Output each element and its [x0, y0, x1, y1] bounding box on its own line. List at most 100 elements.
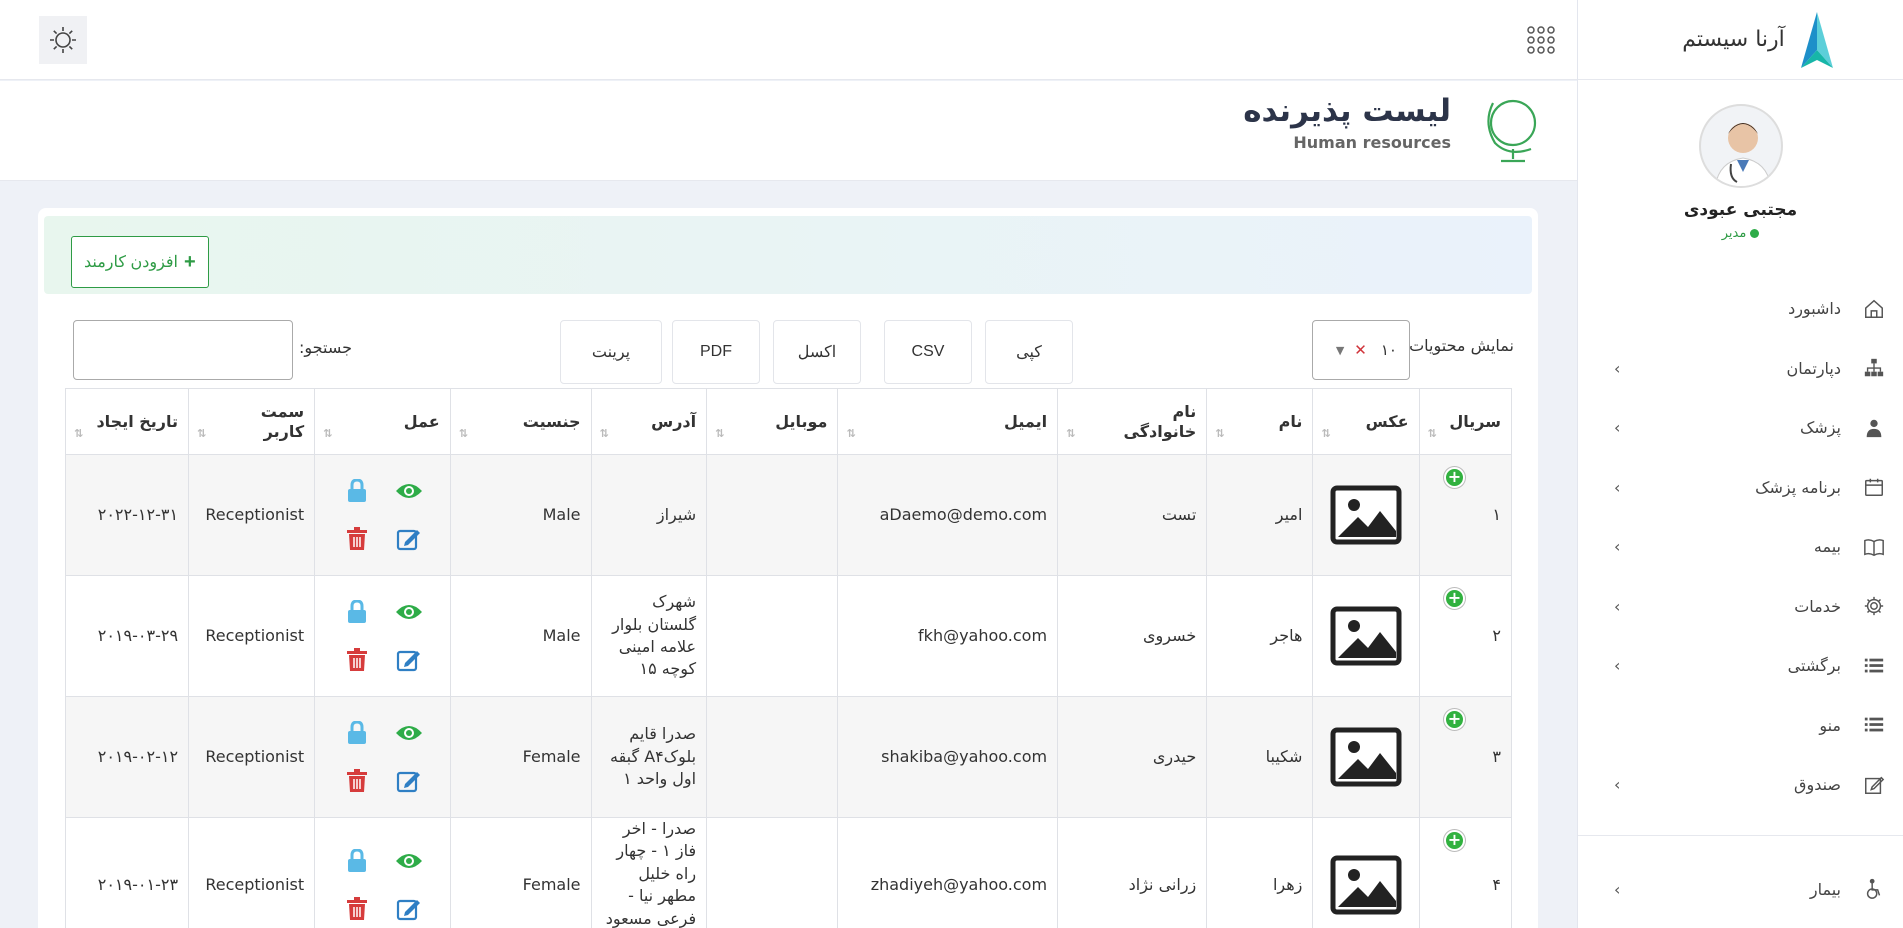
view-button[interactable]: [395, 598, 423, 626]
sort-icon: ⇅: [458, 426, 468, 440]
add-employee-button[interactable]: + افزودن کارمند: [71, 236, 209, 288]
cell-email: aDaemo@demo.com: [837, 454, 1059, 576]
col-header-last-name[interactable]: نام خانوادگی ⇅: [1057, 388, 1208, 455]
view-button[interactable]: [395, 847, 423, 875]
page-length-select[interactable]: ۱۰ ✕ ▼: [1312, 320, 1410, 380]
edit-button[interactable]: [395, 525, 423, 553]
sidebar-item-menu[interactable]: منو: [1578, 696, 1903, 756]
sidebar-item-department[interactable]: دپارتمان ›: [1578, 339, 1903, 399]
avatar[interactable]: [1698, 104, 1783, 188]
col-header-mobile[interactable]: موبایل ⇅: [706, 388, 839, 455]
delete-button[interactable]: [343, 895, 371, 923]
cell-photo: [1312, 454, 1420, 576]
edit-button[interactable]: [395, 646, 423, 674]
expand-row-icon[interactable]: +: [1444, 830, 1465, 851]
cell-user-role: Receptionist: [188, 816, 316, 928]
expand-row-icon[interactable]: +: [1444, 709, 1465, 730]
sitemap-icon: [1864, 359, 1884, 377]
cell-created-date: ۲۰۱۹-۰۳-۲۹: [64, 575, 190, 697]
delete-button[interactable]: [343, 525, 371, 553]
sidebar-item-label: دپارتمان: [1786, 358, 1841, 378]
expand-row-icon[interactable]: +: [1444, 588, 1465, 609]
col-header-email[interactable]: ایمیل ⇅: [837, 388, 1059, 455]
sidebar-item-label: برنامه پزشک: [1755, 477, 1841, 497]
list-icon: [1864, 717, 1884, 732]
col-header-serial[interactable]: سریال ⇅: [1418, 388, 1513, 455]
lock-button[interactable]: [343, 477, 371, 505]
pdf-button[interactable]: PDF: [672, 320, 760, 384]
cell-first-name: شکیبا: [1206, 696, 1314, 818]
sidebar-item-label: بیمه: [1813, 537, 1841, 557]
eye-icon: [396, 484, 423, 498]
cell-actions: [314, 816, 451, 928]
profile-name: مجتبی عبودی: [1683, 200, 1798, 220]
action-strip: + افزودن کارمند: [44, 216, 1532, 294]
edit-button[interactable]: [395, 767, 423, 795]
cell-created-date: ۲۰۱۹-۰۲-۱۲: [64, 696, 190, 818]
theme-toggle-button[interactable]: [39, 16, 87, 64]
sort-icon: ⇅: [74, 426, 83, 440]
sidebar-item-doctor-schedule[interactable]: برنامه پزشک ›: [1578, 458, 1903, 518]
apps-grid-icon[interactable]: [1526, 25, 1556, 55]
cell-user-role: Receptionist: [188, 575, 316, 697]
cell-serial: +۴: [1418, 816, 1513, 928]
top-bar: [0, 0, 1577, 80]
sort-icon: ⇅: [1215, 426, 1224, 440]
clear-icon[interactable]: ✕: [1354, 341, 1367, 359]
sidebar-item-label: پزشک: [1799, 418, 1841, 438]
cell-last-name: خسروی: [1057, 575, 1208, 697]
sidebar-item-returns[interactable]: برگشتی ›: [1578, 636, 1903, 696]
image-placeholder-icon: [1330, 485, 1402, 545]
chevron-left-icon: ›: [1614, 775, 1621, 795]
expand-row-icon[interactable]: +: [1444, 467, 1465, 488]
delete-button[interactable]: [343, 767, 371, 795]
chevron-left-icon: ›: [1614, 879, 1621, 899]
edit-button[interactable]: [395, 895, 423, 923]
sidebar-item-patient[interactable]: بیمار ›: [1578, 860, 1903, 920]
doctor-icon: [1866, 419, 1882, 437]
sidebar-item-dashboard[interactable]: داشبورد: [1578, 279, 1903, 339]
caret-down-icon: ▼: [1335, 343, 1345, 357]
cell-created-date: ۲۰۲۲-۱۲-۳۱: [64, 454, 190, 576]
edit-icon: [1865, 776, 1885, 794]
excel-button[interactable]: اکسل: [773, 320, 861, 384]
cell-mobile: [706, 696, 839, 818]
image-placeholder-icon: [1330, 606, 1402, 666]
cell-serial: +۱: [1418, 454, 1513, 576]
cell-email: fkh@yahoo.com: [837, 575, 1059, 697]
sidebar-item-services[interactable]: خدمات ›: [1578, 577, 1903, 637]
page-header: لیست پذیرنده Human resources: [0, 81, 1577, 181]
print-button[interactable]: پرینت: [560, 320, 662, 384]
cell-photo: [1312, 696, 1420, 818]
cell-actions: [314, 575, 451, 697]
lock-button[interactable]: [343, 847, 371, 875]
brand[interactable]: آرنا سیستم: [1578, 0, 1903, 80]
calendar-icon: [1865, 479, 1883, 497]
cell-last-name: تست: [1057, 454, 1208, 576]
col-header-address[interactable]: آدرس ⇅: [590, 388, 708, 455]
col-header-photo[interactable]: عکس ⇅: [1312, 388, 1420, 455]
col-header-user-role[interactable]: سمت کاربر ⇅: [188, 388, 316, 455]
list-icon: [1864, 658, 1884, 673]
search-input[interactable]: [73, 320, 293, 380]
sidebar-item-label: داشبورد: [1788, 299, 1841, 319]
col-header-gender[interactable]: جنسیت ⇅: [449, 388, 592, 455]
view-button[interactable]: [395, 719, 423, 747]
copy-button[interactable]: کپی: [985, 320, 1073, 384]
cell-mobile: [706, 575, 839, 697]
csv-button[interactable]: CSV: [884, 320, 972, 384]
sidebar-item-insurance[interactable]: بیمه ›: [1578, 517, 1903, 577]
chevron-left-icon: ›: [1614, 477, 1621, 497]
col-header-actions[interactable]: عمل ⇅: [314, 388, 451, 455]
lock-button[interactable]: [343, 719, 371, 747]
sidebar-item-doctor[interactable]: پزشک ›: [1578, 398, 1903, 458]
view-button[interactable]: [395, 477, 423, 505]
page-subtitle: Human resources: [1293, 133, 1451, 152]
edit-icon: [397, 771, 421, 793]
delete-button[interactable]: [343, 646, 371, 674]
col-header-created-date[interactable]: تاریخ ایجاد ⇅: [64, 388, 190, 455]
col-header-first-name[interactable]: نام ⇅: [1206, 388, 1314, 455]
sidebar-item-cashbox[interactable]: صندوق ›: [1578, 755, 1903, 815]
lock-button[interactable]: [343, 598, 371, 626]
length-label: نمایش محتویات: [1409, 336, 1514, 355]
